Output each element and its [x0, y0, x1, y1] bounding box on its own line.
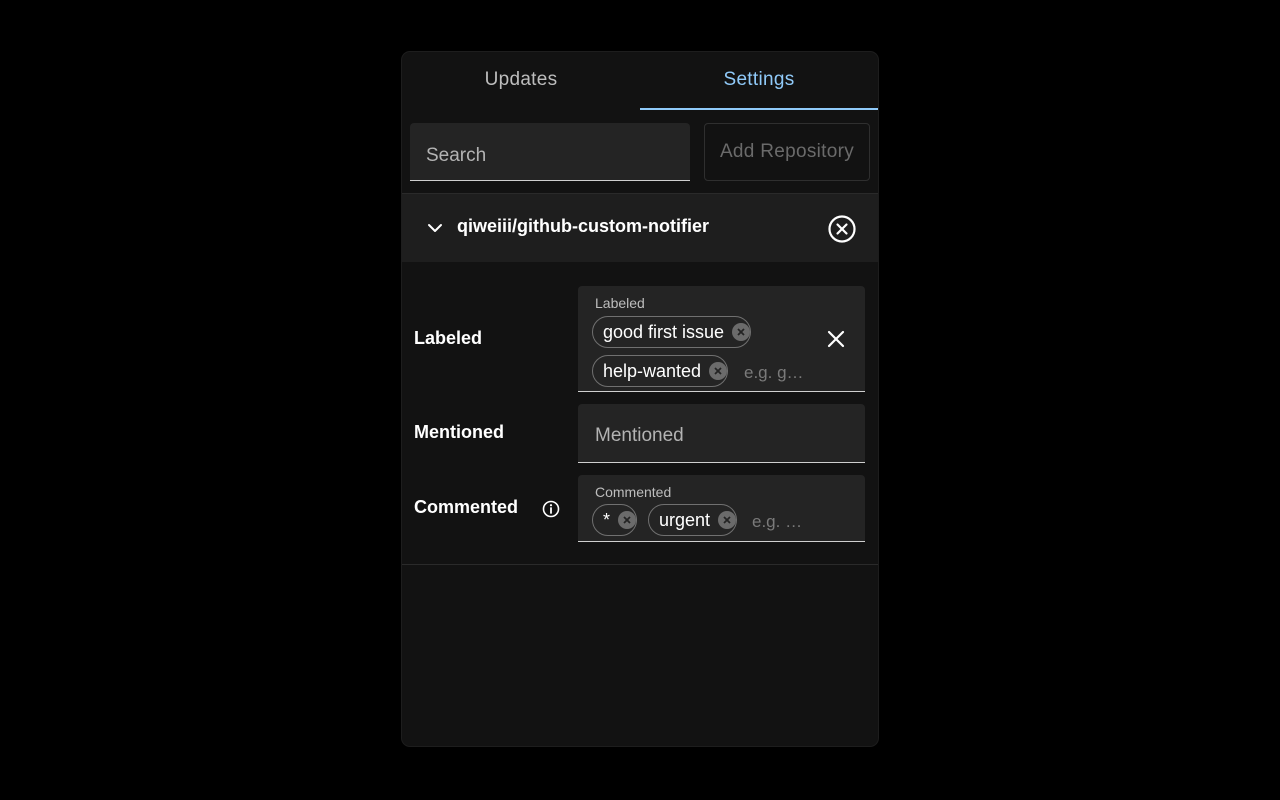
labeled-label: Labeled: [414, 328, 483, 348]
search-field[interactable]: [410, 123, 690, 181]
repo-section: qiweiii/github-custom-notifier Labeled L…: [402, 193, 878, 565]
repo-header[interactable]: qiweiii/github-custom-notifier: [402, 194, 878, 262]
commented-label: Commented: [414, 497, 519, 517]
labeled-field-label: Labeled: [595, 295, 645, 311]
close-icon[interactable]: [825, 328, 847, 350]
chip-good-first-issue: good first issue: [592, 316, 752, 348]
cancel-icon[interactable]: [732, 323, 751, 341]
tab-settings[interactable]: Settings: [640, 52, 878, 108]
cancel-icon[interactable]: [718, 511, 737, 529]
tab-indicator: [640, 108, 878, 110]
chip-label: urgent: [659, 509, 711, 530]
add-repository-button[interactable]: Add Repository: [704, 123, 870, 181]
mentioned-input-placeholder[interactable]: Mentioned: [595, 425, 684, 447]
chip-urgent: urgent: [648, 504, 738, 536]
cancel-icon[interactable]: [709, 362, 728, 380]
commented-field-label: Commented: [595, 484, 672, 500]
commented-label-row: Commented: [414, 497, 560, 518]
mentioned-label: Mentioned: [414, 422, 504, 442]
chip-label: good first issue: [603, 321, 725, 342]
tab-bar: Updates Settings: [402, 52, 878, 110]
labeled-input-placeholder[interactable]: e.g. g…: [744, 363, 804, 383]
commented-field[interactable]: Commented * urgent e.g. …: [578, 475, 865, 542]
search-input[interactable]: [410, 123, 690, 180]
chip-label: help-wanted: [603, 360, 702, 381]
chip-label: *: [603, 509, 611, 530]
close-circle-icon[interactable]: [827, 214, 857, 244]
info-icon[interactable]: [542, 500, 560, 518]
cancel-icon[interactable]: [618, 511, 637, 529]
chip-help-wanted: help-wanted: [592, 355, 729, 387]
labeled-field[interactable]: Labeled good first issue help-wanted e.g…: [578, 286, 865, 392]
chevron-down-icon[interactable]: [426, 219, 444, 237]
commented-input-placeholder[interactable]: e.g. …: [752, 512, 802, 532]
mentioned-field[interactable]: Mentioned: [578, 404, 865, 463]
settings-panel: Updates Settings Add Repository qiweiii/…: [402, 52, 878, 746]
repo-name: qiweiii/github-custom-notifier: [457, 216, 709, 236]
tab-updates[interactable]: Updates: [402, 52, 640, 108]
chip-asterisk: *: [592, 504, 638, 536]
